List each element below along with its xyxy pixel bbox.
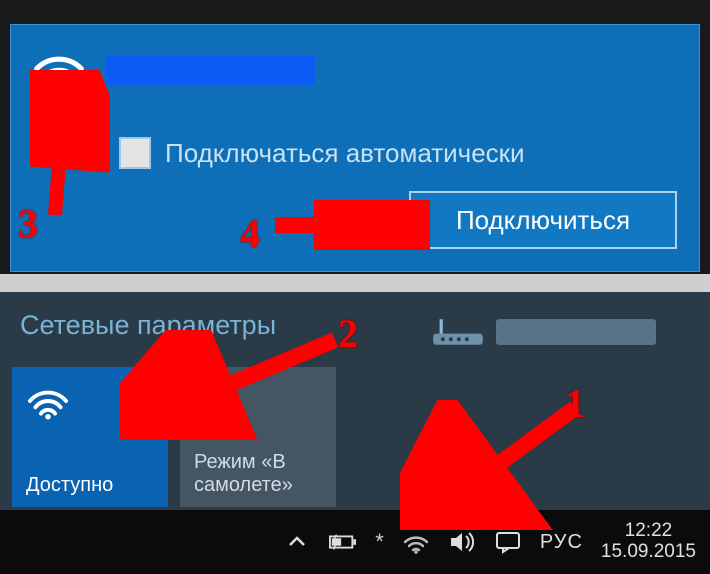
router-status bbox=[430, 316, 656, 348]
network-flyout-top: Подключаться автоматически Подключиться bbox=[10, 24, 700, 272]
action-center-icon[interactable] bbox=[494, 530, 522, 554]
annotation-number-2: 2 bbox=[338, 310, 358, 357]
language-indicator[interactable]: РУС bbox=[540, 531, 583, 554]
wifi-tile-label: Доступно bbox=[26, 474, 154, 497]
connect-button[interactable]: Подключиться bbox=[409, 191, 677, 249]
network-name-redacted bbox=[105, 55, 315, 85]
airplane-mode-tile[interactable]: Режим «В самолете» bbox=[180, 367, 336, 507]
taskbar: * РУС 12:22 15.09.2015 bbox=[0, 510, 710, 574]
router-name-redacted bbox=[496, 319, 656, 345]
wifi-tile[interactable]: Доступно bbox=[12, 367, 168, 507]
volume-icon[interactable] bbox=[448, 530, 476, 554]
selected-network-row[interactable] bbox=[31, 43, 315, 96]
clock-date: 15.09.2015 bbox=[601, 542, 696, 563]
wifi-icon bbox=[31, 43, 87, 96]
connect-button-label: Подключиться bbox=[456, 205, 630, 236]
auto-connect-label: Подключаться автоматически bbox=[165, 138, 525, 169]
annotation-number-4: 4 bbox=[240, 210, 260, 257]
wifi-icon bbox=[26, 381, 154, 426]
panel-divider bbox=[0, 274, 710, 292]
airplane-icon bbox=[194, 381, 322, 426]
router-icon bbox=[430, 316, 486, 348]
annotation-number-1: 1 bbox=[565, 380, 585, 427]
network-settings-link[interactable]: Сетевые параметры bbox=[20, 310, 276, 341]
auto-connect-row: Подключаться автоматически bbox=[119, 137, 525, 169]
network-tray-icon[interactable] bbox=[402, 530, 430, 554]
annotation-number-3: 3 bbox=[18, 200, 38, 247]
auto-connect-checkbox[interactable] bbox=[119, 137, 151, 169]
star-icon: * bbox=[375, 529, 384, 555]
airplane-tile-label: Режим «В самолете» bbox=[194, 451, 322, 497]
clock-time: 12:22 bbox=[601, 521, 696, 542]
battery-icon[interactable] bbox=[329, 530, 357, 554]
tray-chevron-icon[interactable] bbox=[283, 530, 311, 554]
clock[interactable]: 12:22 15.09.2015 bbox=[601, 521, 696, 563]
